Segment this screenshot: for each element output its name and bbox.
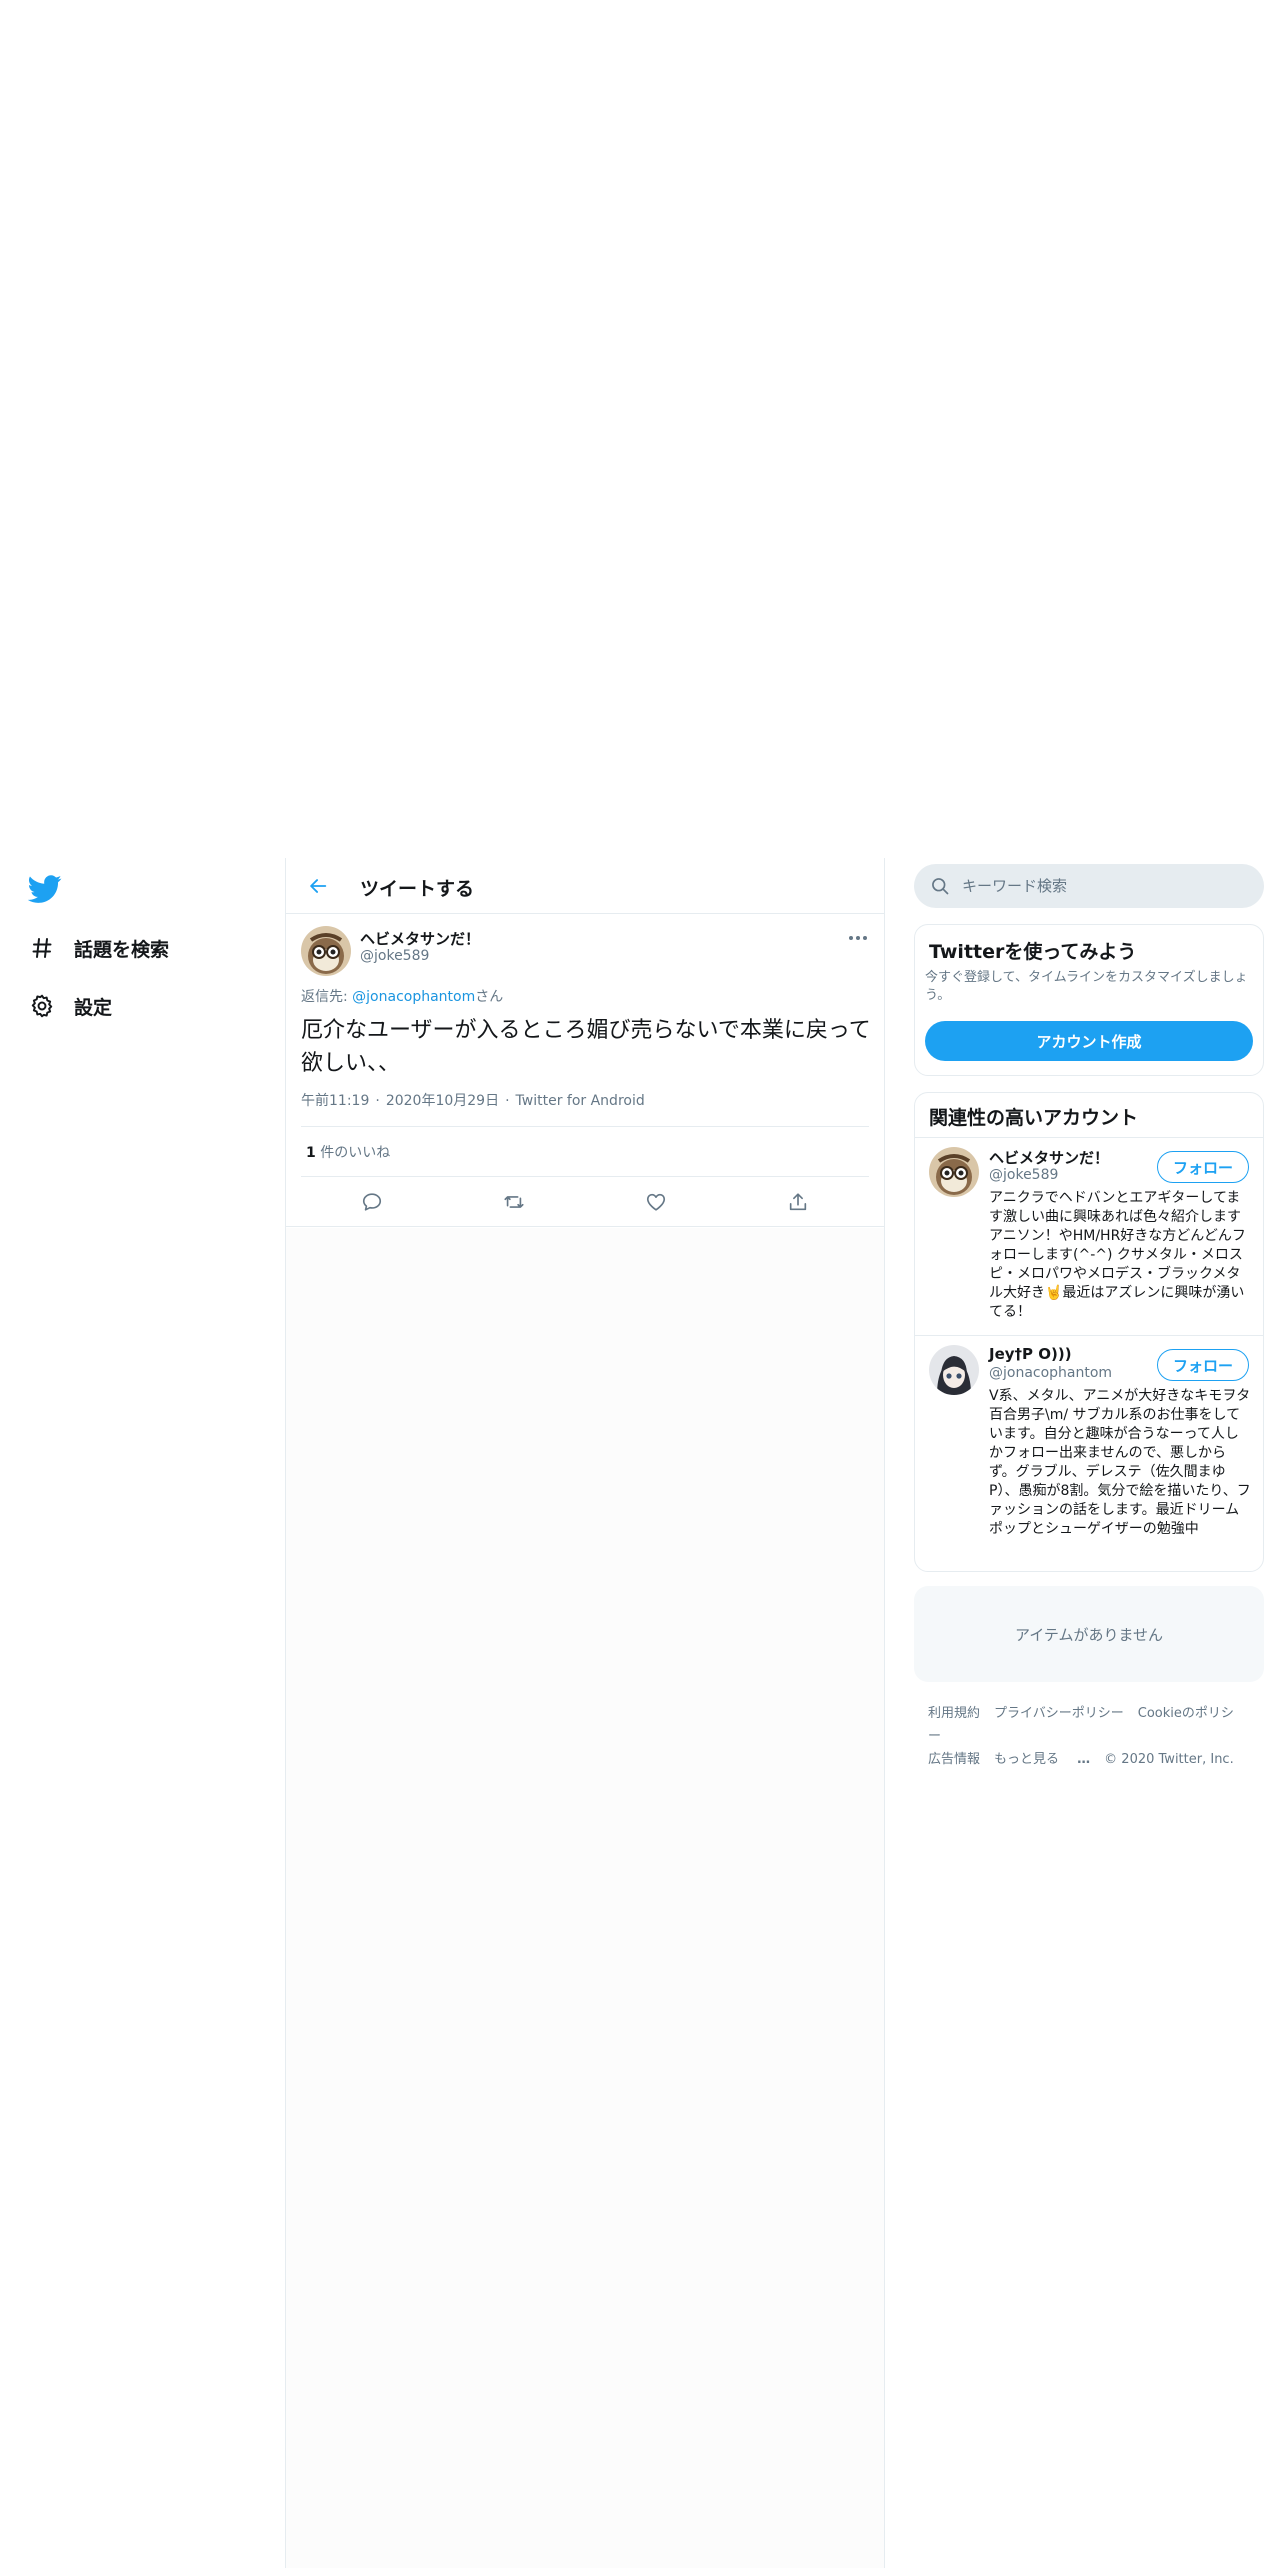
like-icon[interactable] [642, 1188, 670, 1216]
arrow-left-icon [310, 879, 327, 893]
likes-number: 1 [306, 1145, 316, 1161]
avatar[interactable] [929, 1345, 979, 1395]
related-user-bio: アニクラでヘドバンとエアギターしてます激しい曲に興味あれば色々紹介します アニソ… [989, 1190, 1246, 1320]
related-user-handle: @joke589 [989, 1167, 1059, 1183]
reply-suffix: さん [475, 989, 504, 1005]
related-user-handle: @jonacophantom [989, 1365, 1113, 1381]
more-dots-icon: … [1077, 1752, 1091, 1767]
related-accounts-title: 関連性の高いアカウント [929, 1107, 1139, 1129]
footer: 利用規約 プライバシーポリシー Cookieのポリシー 広告情報 もっと見る … © 2… [928, 1702, 1258, 1771]
nav-explore[interactable]: 話題を検索 [28, 926, 169, 970]
twitter-bird-icon[interactable] [27, 872, 62, 906]
meta-separator: · [375, 1093, 380, 1109]
footer-link-more[interactable]: もっと見る … [994, 1752, 1090, 1767]
nav-settings[interactable]: 設定 [28, 984, 112, 1028]
share-icon[interactable] [784, 1188, 812, 1216]
search-input[interactable] [962, 864, 1252, 908]
related-accounts-card: 関連性の高いアカウント ヘビメタサンだ！ @joke589 フォロー アニクラで… [914, 1092, 1264, 1572]
related-user[interactable]: ヘビメタサンだ！ @joke589 フォロー アニクラでヘドバンとエアギターして… [915, 1137, 1263, 1335]
tweet-author-name[interactable]: ヘビメタサンだ！ [360, 928, 480, 949]
search-bar [914, 864, 1264, 908]
nav-settings-label: 設定 [74, 996, 113, 1019]
tweet-actions [286, 1178, 884, 1226]
tweet-date[interactable]: 2020年10月29日 [386, 1093, 499, 1109]
page: 話題を検索 設定 ツイートする ヘビメタサンだ！ @joke589 返信先: @… [0, 858, 1284, 2568]
footer-link-privacy[interactable]: プライバシーポリシー [994, 1706, 1124, 1721]
divider [286, 1226, 884, 1227]
tweet-text: 厄介なユーザーが入るところ媚び売らないで本業に戻って欲しい、、 [301, 1018, 871, 1076]
back-button[interactable] [300, 868, 336, 904]
tweet-source[interactable]: Twitter for Android [516, 1093, 645, 1109]
search-icon [930, 876, 950, 896]
footer-link-more-label: もっと見る [994, 1752, 1060, 1767]
related-user-bio: V系、メタル、アニメが大好きなキモヲタ百合男子\m/ サブカル系のお仕事をしてい… [989, 1388, 1251, 1537]
main-header: ツイートする [286, 858, 884, 914]
gear-icon [28, 992, 56, 1020]
divider [301, 1176, 869, 1177]
signup-card: Twitterを使ってみよう 今すぐ登録して、タイムラインをカスタマイズしましょ… [914, 924, 1264, 1076]
reply-context: 返信先: @jonacophantomさん [301, 986, 503, 1006]
left-navigation: 話題を検索 設定 [0, 858, 285, 2568]
signup-title: Twitterを使ってみよう [929, 941, 1137, 963]
signup-description: 今すぐ登録して、タイムラインをカスタマイズしましょう。 [925, 970, 1248, 1003]
trends-empty-message: アイテムがありません [1014, 1626, 1164, 1644]
follow-button[interactable]: フォロー [1157, 1151, 1249, 1183]
divider [301, 1126, 869, 1127]
follow-button[interactable]: フォロー [1157, 1349, 1249, 1381]
tweet-meta: 午前11:19 · 2020年10月29日 · Twitter for Android [301, 1090, 645, 1110]
related-user-name: Jey†P O))) [989, 1345, 1072, 1363]
hashtag-icon [28, 934, 56, 962]
reply-prefix: 返信先: [301, 989, 353, 1005]
avatar[interactable] [301, 926, 351, 976]
reply-mention-link[interactable]: @jonacophantom [352, 989, 475, 1005]
likes-count[interactable]: 1 件のいいね [306, 1142, 390, 1162]
more-options-icon[interactable] [846, 928, 870, 948]
avatar[interactable] [929, 1147, 979, 1197]
create-account-button[interactable]: アカウント作成 [925, 1021, 1253, 1061]
tweet-time[interactable]: 午前11:19 [301, 1093, 369, 1109]
retweet-icon[interactable] [500, 1188, 528, 1216]
related-user[interactable]: Jey†P O))) @jonacophantom フォロー V系、メタル、アニ… [915, 1335, 1263, 1571]
meta-separator: · [505, 1093, 510, 1109]
footer-link-terms[interactable]: 利用規約 [928, 1706, 980, 1721]
nav-explore-label: 話題を検索 [74, 938, 170, 961]
main-column-background [286, 1228, 884, 2568]
main-column: ツイートする ヘビメタサンだ！ @joke589 返信先: @jonacopha… [285, 858, 885, 2568]
likes-label: 件のいいね [315, 1145, 391, 1161]
page-title: ツイートする [360, 878, 475, 900]
related-user-name: ヘビメタサンだ！ [989, 1149, 1110, 1167]
tweet-author-handle[interactable]: @joke589 [360, 948, 429, 964]
copyright: © 2020 Twitter, Inc. [1104, 1752, 1234, 1767]
footer-link-ads[interactable]: 広告情報 [928, 1752, 980, 1767]
trends-card: アイテムがありません [914, 1586, 1264, 1682]
reply-icon[interactable] [358, 1188, 386, 1216]
